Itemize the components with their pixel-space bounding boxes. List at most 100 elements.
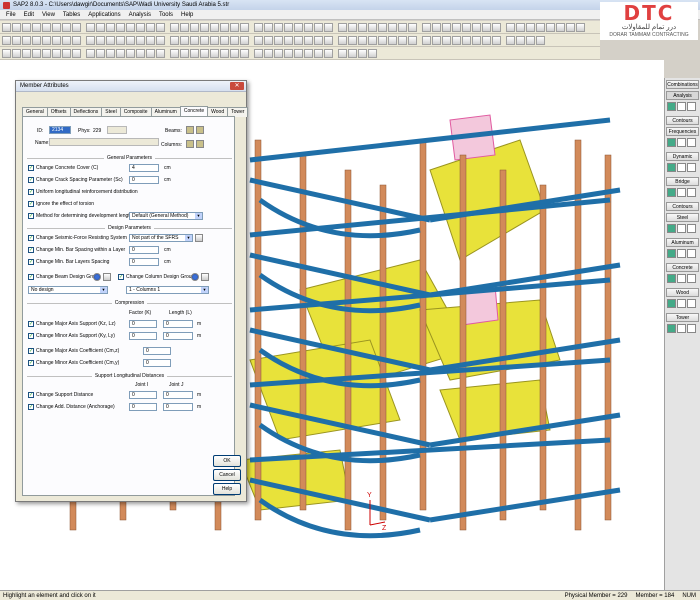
toolbar-button[interactable] [324, 22, 333, 32]
toolbar-button[interactable] [210, 35, 219, 45]
toolbar-button[interactable] [42, 48, 51, 58]
toolbar-button[interactable] [284, 22, 293, 32]
toolbar-button[interactable] [358, 22, 367, 32]
toolbar-button[interactable] [96, 22, 105, 32]
toolbar-button[interactable] [506, 35, 515, 45]
toolbar-button[interactable] [368, 22, 377, 32]
toolbar-button[interactable] [230, 48, 239, 58]
toolbar-button[interactable] [52, 35, 61, 45]
toolbar-button[interactable] [62, 35, 71, 45]
bridge-header[interactable]: Bridge [666, 177, 699, 186]
toolbar-button[interactable] [170, 48, 179, 58]
toolbar-button[interactable] [516, 35, 525, 45]
toolbar-button[interactable] [12, 48, 21, 58]
toolbar-button[interactable] [264, 22, 273, 32]
bridge-run-icon[interactable] [667, 188, 676, 197]
frequencies-header[interactable]: Frequencies [666, 127, 699, 136]
toolbar-button[interactable] [86, 48, 95, 58]
anchorage-i-input[interactable]: 0 [129, 403, 157, 411]
toolbar-button[interactable] [2, 48, 11, 58]
toolbar-button[interactable] [210, 22, 219, 32]
menu-tools[interactable]: Tools [155, 12, 177, 18]
aluminum-view-icon[interactable] [687, 249, 696, 258]
menu-analysis[interactable]: Analysis [125, 12, 155, 18]
toolbar-button[interactable] [220, 22, 229, 32]
toolbar-button[interactable] [492, 22, 501, 32]
anchorage-j-input[interactable]: 0 [163, 403, 193, 411]
toolbar-button[interactable] [378, 22, 387, 32]
toolbar-button[interactable] [22, 35, 31, 45]
frequencies-report-icon[interactable] [677, 138, 686, 147]
steel-run-icon[interactable] [667, 224, 676, 233]
dynamic-report-icon[interactable] [677, 163, 686, 172]
toolbar-button[interactable] [170, 35, 179, 45]
toolbar-button[interactable] [536, 35, 545, 45]
toolbar-button[interactable] [526, 22, 535, 32]
toolbar-button[interactable] [314, 48, 323, 58]
toolbar-button[interactable] [452, 22, 461, 32]
aluminum-report-icon[interactable] [677, 249, 686, 258]
toolbar-button[interactable] [136, 35, 145, 45]
toolbar-button[interactable] [338, 35, 347, 45]
toolbar-button[interactable] [422, 22, 431, 32]
frequencies-run-icon[interactable] [667, 138, 676, 147]
toolbar-button[interactable] [368, 48, 377, 58]
dynamic-view-icon[interactable] [687, 163, 696, 172]
toolbar-button[interactable] [180, 22, 189, 32]
steel-header[interactable]: Steel [666, 213, 699, 222]
column-shape-icon[interactable] [196, 140, 204, 148]
toolbar-button[interactable] [72, 48, 81, 58]
beam-design-group-checkbox[interactable]: ✓ [28, 274, 34, 280]
toolbar-button[interactable] [42, 22, 51, 32]
steel-report-icon[interactable] [677, 224, 686, 233]
tower-header[interactable]: Tower [666, 313, 699, 322]
major-coefficient-input[interactable]: 0 [143, 347, 171, 355]
toolbar-button[interactable] [22, 48, 31, 58]
toolbar-button[interactable] [546, 22, 555, 32]
major-axis-support-checkbox[interactable]: ✓ [28, 321, 34, 327]
ok-button[interactable]: OK [213, 455, 241, 467]
toolbar-button[interactable] [106, 35, 115, 45]
toolbar-button[interactable] [72, 35, 81, 45]
toolbar-button[interactable] [230, 35, 239, 45]
toolbar-button[interactable] [388, 22, 397, 32]
ignore-torsion-checkbox[interactable]: ✓ [28, 201, 34, 207]
toolbar-button[interactable] [180, 48, 189, 58]
toolbar-button[interactable] [62, 22, 71, 32]
minor-coefficient-input[interactable]: 0 [143, 359, 171, 367]
toolbar-button[interactable] [52, 22, 61, 32]
toolbar-button[interactable] [398, 22, 407, 32]
toolbar-button[interactable] [200, 22, 209, 32]
help-button[interactable]: Help [213, 483, 241, 495]
toolbar-button[interactable] [156, 48, 165, 58]
beam-group-info-icon[interactable] [93, 273, 101, 281]
toolbar-button[interactable] [200, 48, 209, 58]
toolbar-button[interactable] [432, 35, 441, 45]
contours-header-2[interactable]: Contours [666, 202, 699, 211]
toolbar-button[interactable] [294, 48, 303, 58]
toolbar-button[interactable] [220, 35, 229, 45]
toolbar-button[interactable] [338, 22, 347, 32]
toolbar-button[interactable] [190, 35, 199, 45]
toolbar-button[interactable] [482, 22, 491, 32]
toolbar-button[interactable] [368, 35, 377, 45]
toolbar-button[interactable] [358, 35, 367, 45]
toolbar-button[interactable] [358, 48, 367, 58]
cancel-button[interactable]: Cancel [213, 469, 241, 481]
toolbar-button[interactable] [324, 48, 333, 58]
toolbar-button[interactable] [116, 22, 125, 32]
bridge-view-icon[interactable] [687, 188, 696, 197]
concrete-view-icon[interactable] [687, 274, 696, 283]
toolbar-button[interactable] [388, 35, 397, 45]
toolbar-button[interactable] [526, 35, 535, 45]
toolbar-button[interactable] [264, 35, 273, 45]
minor-coefficient-checkbox[interactable]: ✓ [28, 360, 34, 366]
toolbar-button[interactable] [146, 48, 155, 58]
major-axis-l-input[interactable]: 0 [163, 320, 193, 328]
bar-layers-spacing-checkbox[interactable]: ✓ [28, 259, 34, 265]
aluminum-header[interactable]: Aluminum [666, 238, 699, 247]
analysis-run-icon[interactable] [667, 102, 676, 111]
menu-applications[interactable]: Applications [84, 12, 124, 18]
anchorage-checkbox[interactable]: ✓ [28, 404, 34, 410]
combinations-button[interactable]: Combinations [666, 80, 699, 89]
